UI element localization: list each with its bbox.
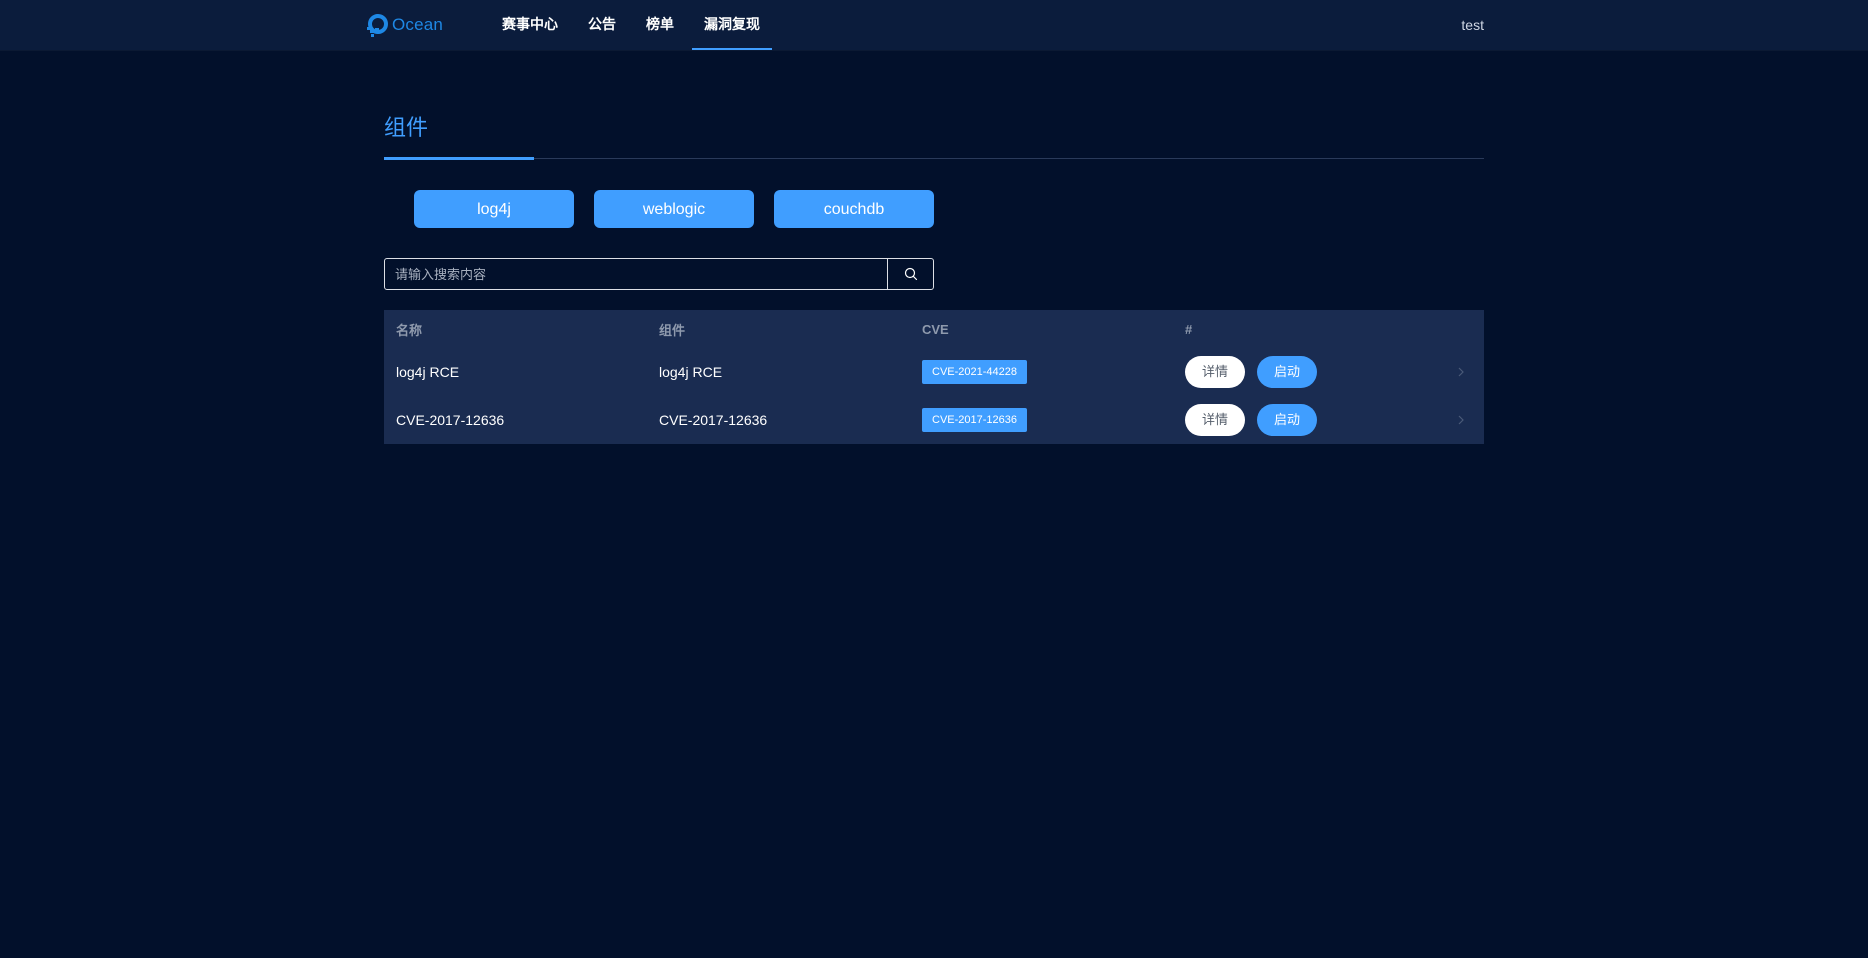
search-input[interactable] — [385, 259, 887, 289]
table-header: 名称 组件 CVE # — [384, 310, 1484, 348]
component-filter-list: log4j weblogic couchdb — [414, 190, 954, 228]
column-header-actions: # — [1185, 321, 1193, 337]
chevron-right-icon[interactable] — [1456, 366, 1466, 378]
row-actions: 详情 启动 — [1173, 404, 1484, 436]
row-cve-cell: CVE-2017-12636 — [910, 408, 1173, 432]
detail-button[interactable]: 详情 — [1185, 404, 1245, 436]
nav-item-leaderboard[interactable]: 榜单 — [634, 0, 686, 50]
row-component: CVE-2017-12636 — [659, 412, 768, 428]
row-cve-cell: CVE-2021-44228 — [910, 360, 1173, 384]
vuln-table: 名称 组件 CVE # log4j RCE log4j RCE CVE-2021… — [384, 310, 1484, 444]
main-content: 组件 log4j weblogic couchdb 名称 组件 CVE # lo… — [384, 50, 1484, 444]
nav-item-announcements[interactable]: 公告 — [576, 0, 628, 50]
logo[interactable]: Ocean — [364, 12, 443, 38]
column-header-component: 组件 — [659, 322, 686, 338]
column-header-cve: CVE — [922, 321, 949, 337]
user-menu[interactable]: test — [1461, 0, 1484, 50]
component-button-log4j[interactable]: log4j — [414, 190, 574, 228]
cve-badge: CVE-2021-44228 — [922, 360, 1028, 384]
search-button[interactable] — [887, 259, 933, 289]
section-header: 组件 — [384, 50, 1484, 160]
cve-badge: CVE-2017-12636 — [922, 408, 1028, 432]
column-header-name: 名称 — [396, 322, 423, 338]
search-icon — [904, 267, 917, 281]
nav-item-events[interactable]: 赛事中心 — [490, 0, 570, 50]
start-button[interactable]: 启动 — [1257, 404, 1317, 436]
component-button-weblogic[interactable]: weblogic — [594, 190, 754, 228]
row-name: CVE-2017-12636 — [396, 412, 505, 428]
search-bar — [384, 258, 934, 290]
component-button-couchdb[interactable]: couchdb — [774, 190, 934, 228]
row-component: log4j RCE — [659, 364, 723, 380]
section-title-underline — [384, 157, 534, 160]
ocean-logo-icon — [367, 14, 388, 37]
main-nav: 赛事中心 公告 榜单 漏洞复现 — [490, 0, 778, 50]
logo-text: Ocean — [392, 15, 444, 34]
chevron-right-icon[interactable] — [1456, 414, 1466, 426]
section-title: 组件 — [384, 115, 429, 140]
row-name: log4j RCE — [396, 364, 460, 380]
table-row[interactable]: CVE-2017-12636 CVE-2017-12636 CVE-2017-1… — [384, 396, 1484, 444]
start-button[interactable]: 启动 — [1257, 356, 1317, 388]
detail-button[interactable]: 详情 — [1185, 356, 1245, 388]
top-nav-bar: Ocean 赛事中心 公告 榜单 漏洞复现 test — [0, 0, 1868, 50]
nav-item-vuln-repro[interactable]: 漏洞复现 — [692, 0, 772, 50]
table-row[interactable]: log4j RCE log4j RCE CVE-2021-44228 详情 启动 — [384, 348, 1484, 396]
row-actions: 详情 启动 — [1173, 356, 1484, 388]
